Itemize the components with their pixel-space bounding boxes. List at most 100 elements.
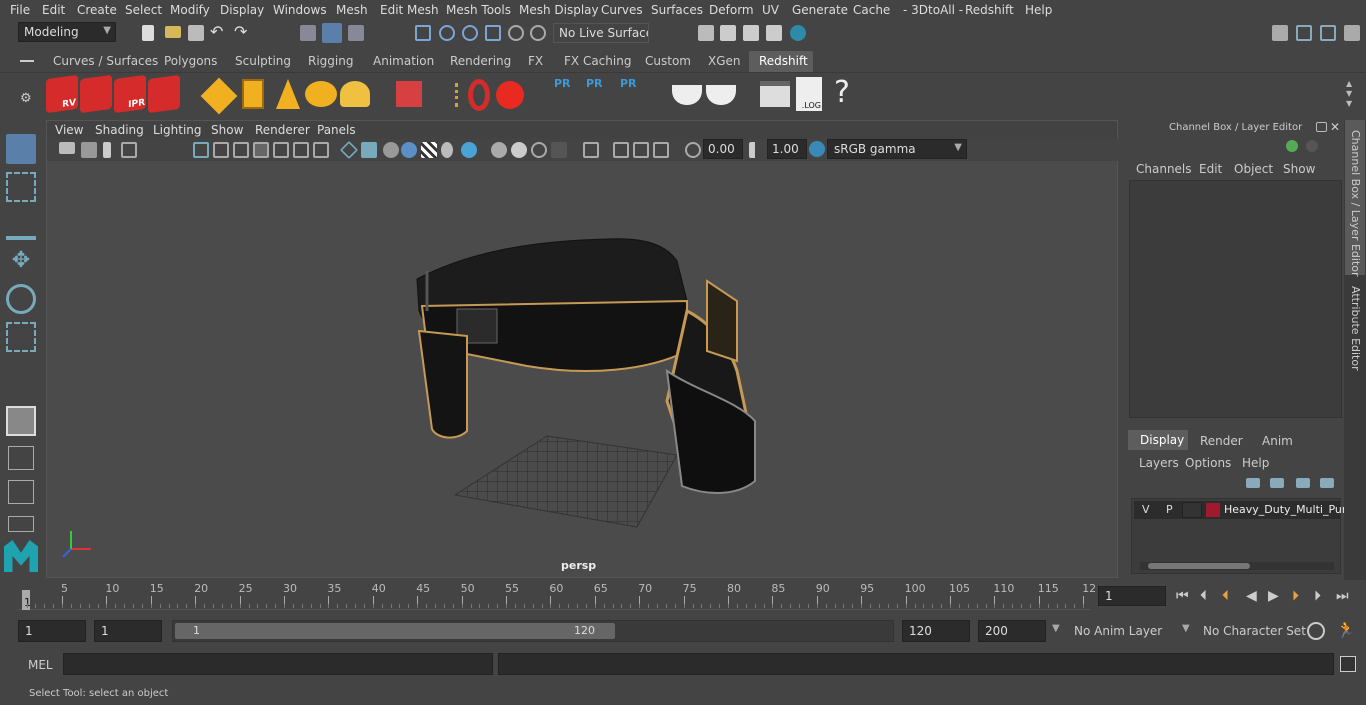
menu-modify[interactable]: Modify: [170, 3, 210, 17]
colorspace-dropdown[interactable]: sRGB gamma ▼: [827, 139, 967, 159]
layer-hscroll-thumb[interactable]: [1148, 563, 1250, 569]
smooth-shade-icon[interactable]: [361, 142, 377, 158]
layer-menu-help[interactable]: Help: [1242, 456, 1269, 470]
tab-sculpting[interactable]: Sculpting: [235, 54, 291, 68]
tab-rendering[interactable]: Rendering: [450, 54, 511, 68]
pr-export-icon[interactable]: PR: [586, 77, 612, 111]
shelf-scroll-icon[interactable]: ▲ ▼ ▼: [1346, 79, 1352, 109]
end-time-field[interactable]: 200: [978, 620, 1046, 642]
tab-fx[interactable]: FX: [528, 54, 543, 68]
redo-icon[interactable]: ↷: [234, 22, 247, 41]
resolution-gate-icon[interactable]: [233, 142, 249, 158]
textured-icon[interactable]: [401, 142, 417, 158]
menu-generate[interactable]: Generate: [792, 3, 848, 17]
auto-key-icon[interactable]: [1307, 622, 1325, 640]
close-icon[interactable]: ✕: [1330, 120, 1340, 134]
layout-single-icon[interactable]: [8, 446, 34, 470]
lasso-tool-icon[interactable]: [6, 172, 36, 202]
toggle-tool-settings-icon[interactable]: [1344, 25, 1360, 41]
grid-toggle-icon[interactable]: [193, 142, 209, 158]
rs-script-icon[interactable]: [760, 81, 790, 107]
safe-title-icon[interactable]: [313, 142, 329, 158]
bookmark-icon[interactable]: [103, 142, 111, 158]
step-forward-key-icon[interactable]: ⏵: [1314, 588, 1321, 604]
menu-mesh[interactable]: Mesh: [336, 3, 368, 17]
snap-point-icon[interactable]: [462, 25, 478, 41]
vp-menu-panels[interactable]: Panels: [317, 123, 356, 137]
rs-sun-sky-icon[interactable]: [340, 81, 370, 107]
render-history-icon[interactable]: [698, 25, 714, 41]
gate-mask-icon[interactable]: [253, 142, 269, 158]
layer-row[interactable]: V P Heavy_Duty_Multi_Pur: [1134, 501, 1346, 519]
menu-file[interactable]: File: [10, 3, 30, 17]
motion-blur-icon[interactable]: [491, 142, 507, 158]
rs-ipr-icon[interactable]: IPR: [114, 74, 146, 114]
paint-select-icon[interactable]: [6, 210, 36, 240]
layer-tab-render[interactable]: Render: [1200, 434, 1243, 448]
rs-area-light-icon[interactable]: [200, 77, 238, 115]
layer-hscrollbar[interactable]: [1140, 562, 1334, 570]
vp-menu-show[interactable]: Show: [211, 123, 243, 137]
tab-animation[interactable]: Animation: [373, 54, 434, 68]
live-surface-field[interactable]: No Live Surface: [553, 23, 649, 43]
cb-menu-edit[interactable]: Edit: [1199, 162, 1222, 176]
layer-tab-anim[interactable]: Anim: [1262, 434, 1293, 448]
camera-select-icon[interactable]: [59, 142, 75, 154]
menu-deform[interactable]: Deform: [709, 3, 754, 17]
command-input[interactable]: [63, 653, 493, 675]
timeline-track[interactable]: 1 5 10 15 20 25 30 35 40 45 50 55 60 65 70 75 80 85 90 95 1…: [18, 582, 1096, 610]
channel-list[interactable]: [1129, 180, 1342, 418]
film-gate-icon[interactable]: [213, 142, 229, 158]
rs-portal-light-icon[interactable]: [242, 79, 264, 109]
use-lights-icon[interactable]: [421, 142, 437, 158]
snap-view-icon[interactable]: [485, 25, 501, 41]
rs-bake-all-icon[interactable]: [706, 85, 736, 105]
vp-menu-renderer[interactable]: Renderer: [255, 123, 310, 137]
pr-mesh-icon[interactable]: PR: [554, 77, 576, 111]
menu-3dtoall[interactable]: - 3DtoAll -: [903, 3, 963, 17]
menu-edit[interactable]: Edit: [42, 3, 65, 17]
side-tab-attribute-editor[interactable]: Attribute Editor: [1345, 280, 1365, 380]
cb-menu-channels[interactable]: Channels: [1136, 162, 1192, 176]
command-language-label[interactable]: MEL: [28, 658, 53, 672]
layout-four-icon[interactable]: [8, 480, 34, 504]
vp-menu-shading[interactable]: Shading: [95, 123, 144, 137]
tab-custom[interactable]: Custom: [645, 54, 691, 68]
ipr-render-icon[interactable]: [743, 25, 759, 41]
play-backward-icon[interactable]: ◀: [1246, 588, 1257, 604]
wireframe-icon[interactable]: [339, 140, 359, 160]
tab-fx-caching[interactable]: FX Caching: [564, 54, 631, 68]
rs-batch-render-icon[interactable]: [80, 74, 112, 114]
layout-outliner-icon[interactable]: [8, 516, 34, 532]
character-set-dropdown[interactable]: ▼ No Character Set: [1180, 620, 1306, 642]
layer-tab-display[interactable]: Display: [1128, 430, 1188, 450]
field-chart-icon[interactable]: [273, 142, 289, 158]
menu-edit-mesh[interactable]: Edit Mesh: [380, 3, 439, 17]
anim-prefs-icon[interactable]: 🏃: [1336, 620, 1356, 639]
xray-icon[interactable]: [583, 142, 599, 158]
menu-curves[interactable]: Curves: [601, 3, 643, 17]
start-time-field[interactable]: 1: [18, 620, 86, 642]
range-end-field[interactable]: 120: [902, 620, 970, 642]
select-tool-icon[interactable]: [6, 134, 36, 164]
xray-active-icon[interactable]: [633, 142, 649, 158]
side-tab-channel-box[interactable]: Channel Box / Layer Editor: [1345, 120, 1365, 277]
xray-joints-icon[interactable]: [613, 142, 629, 158]
menu-mesh-tools[interactable]: Mesh Tools: [446, 3, 511, 17]
menu-cache[interactable]: Cache: [853, 3, 890, 17]
open-scene-icon[interactable]: [165, 26, 181, 38]
time-slider[interactable]: 1 5 10 15 20 25 30 35 40 45 50 55 60 65 70 75 80 85 90 95 1…: [0, 580, 1366, 612]
new-layer-selected-icon[interactable]: [1320, 478, 1334, 488]
menu-mesh-display[interactable]: Mesh Display: [519, 3, 599, 17]
range-start-field[interactable]: 1: [94, 620, 162, 642]
safe-action-icon[interactable]: [293, 142, 309, 158]
float-panel-icon[interactable]: [1316, 122, 1327, 132]
rs-sphere-icon[interactable]: [496, 81, 524, 109]
menu-create[interactable]: Create: [77, 3, 117, 17]
scene-view[interactable]: persp: [47, 161, 1117, 577]
rs-help-icon[interactable]: ?: [834, 75, 850, 110]
layer-playback-toggle[interactable]: P: [1166, 503, 1173, 516]
move-layer-up-icon[interactable]: [1246, 478, 1260, 488]
vp-menu-lighting[interactable]: Lighting: [153, 123, 202, 137]
hypershade-icon[interactable]: [790, 25, 806, 41]
